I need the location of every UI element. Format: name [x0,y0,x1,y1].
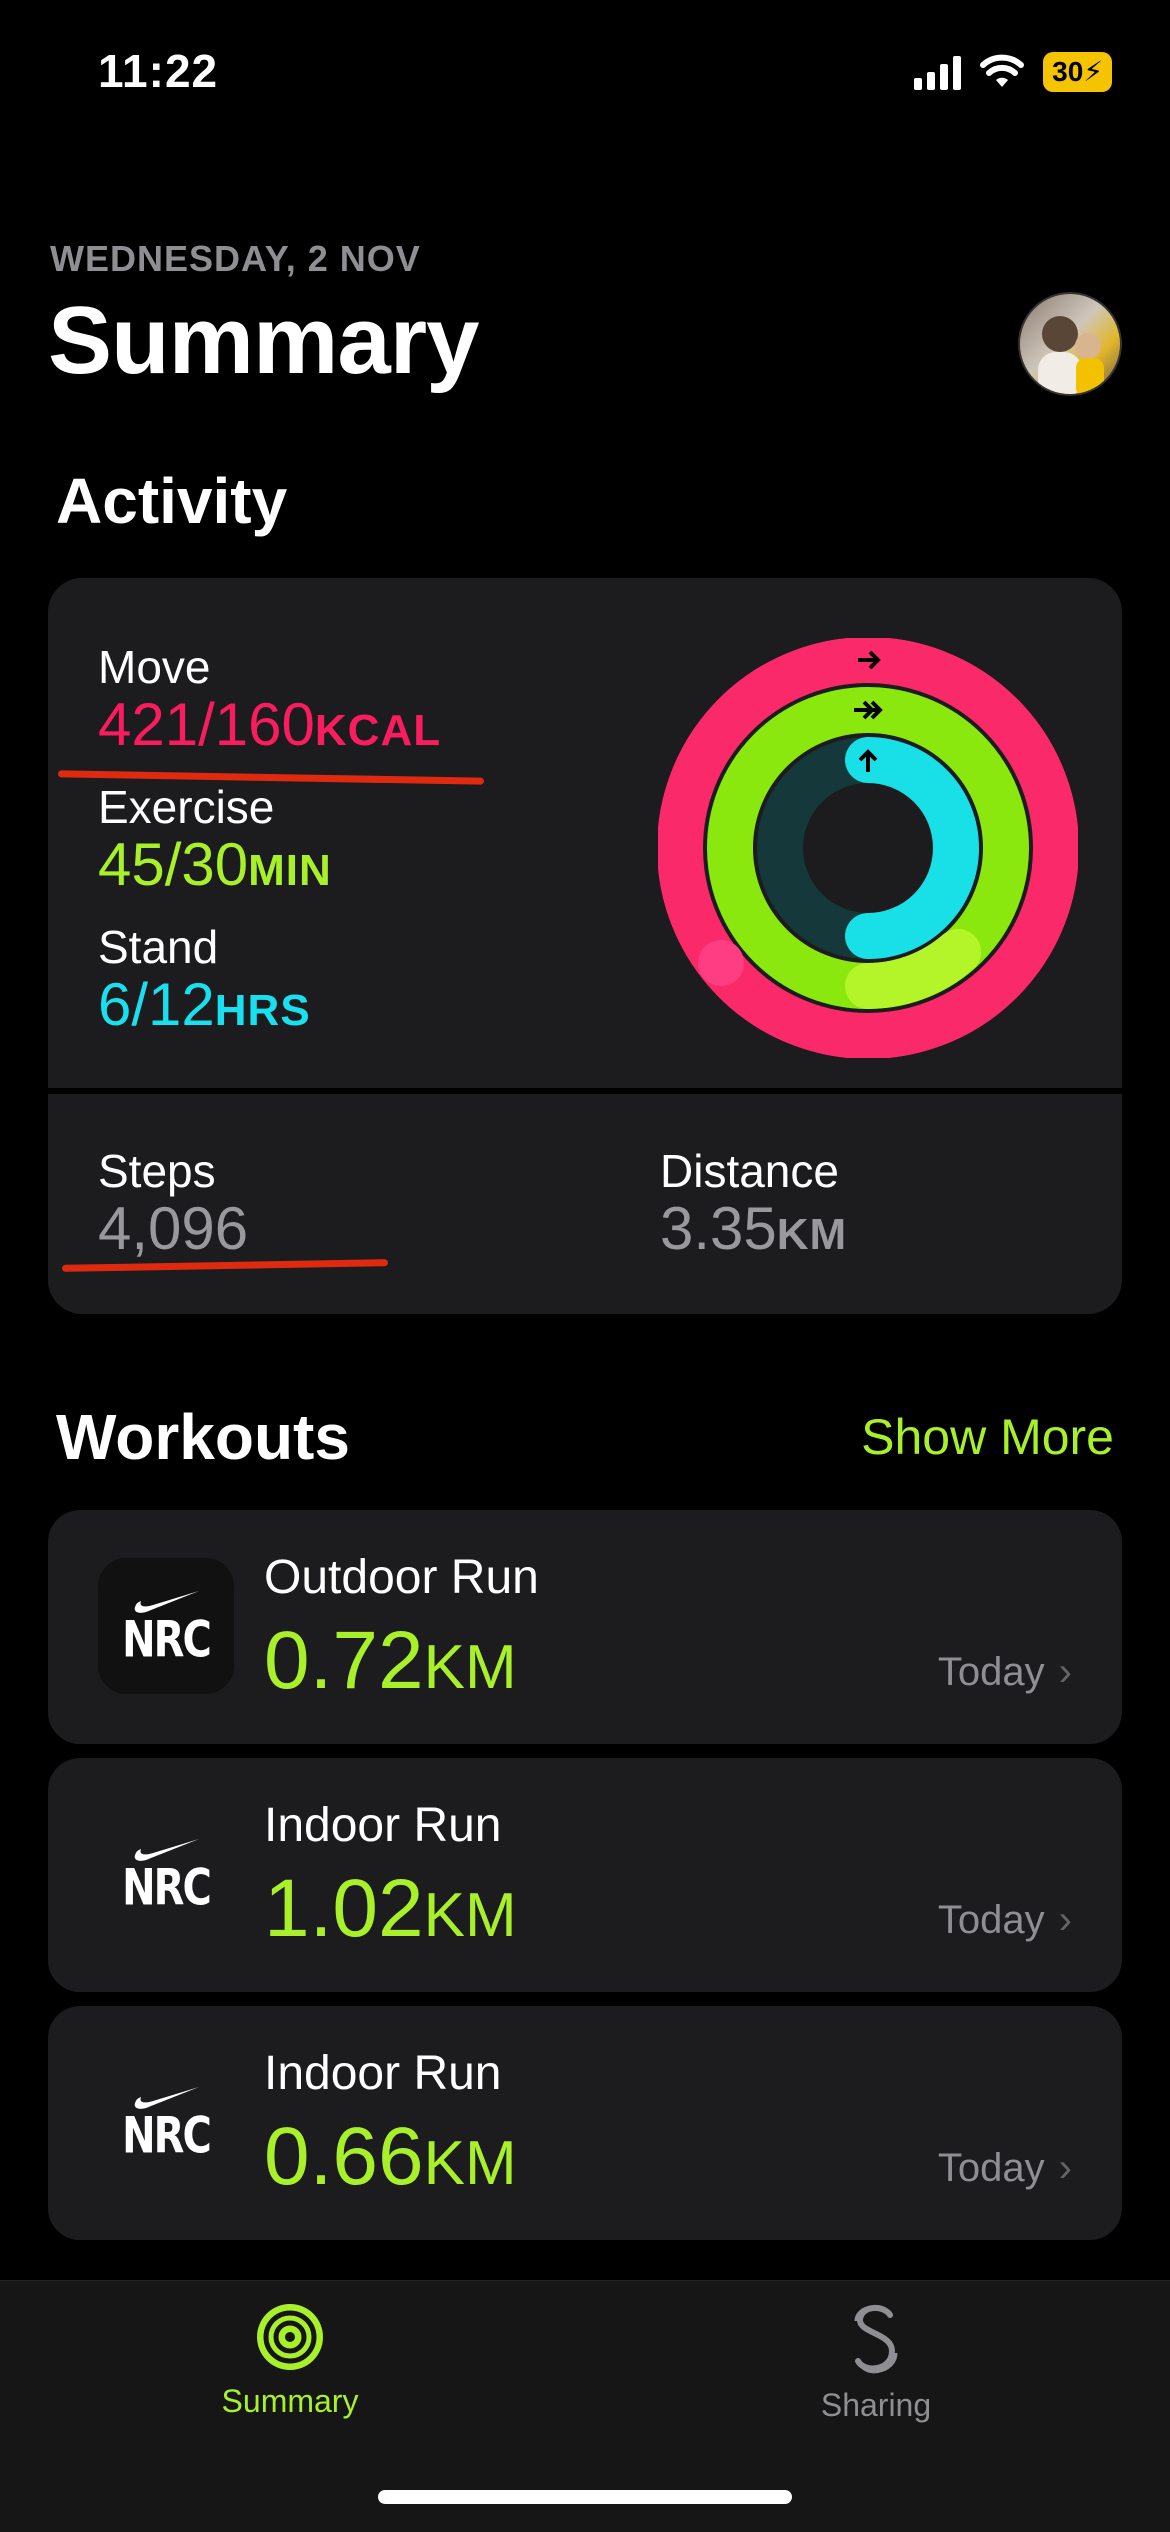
status-icons: 30⚡ [914,52,1112,92]
stand-label: Stand [98,921,219,973]
distance-unit: KM [776,1210,848,1259]
workout-distance: 0.66KM [264,2110,517,2204]
show-more-link[interactable]: Show More [861,1408,1114,1466]
battery-level: 30 [1052,56,1084,87]
nrc-app-icon: NRC [98,1806,234,1942]
stand-value: 6/12HRS [98,970,311,1039]
screen: 11:22 30⚡ WEDNESDAY, 2 NOV Summary Activ… [0,0,1170,2532]
stand-value-number: 6/12 [98,971,215,1038]
avatar-photo-icon [1038,316,1104,394]
workout-card[interactable]: NRC Outdoor Run 0.72KM Today › [48,1510,1122,1744]
workouts-section-title: Workouts [56,1401,350,1473]
activity-section-title: Activity [56,465,288,537]
home-indicator[interactable] [378,2490,792,2504]
workout-name: Outdoor Run [264,1551,539,1604]
chevron-right-icon: › [1058,2146,1072,2190]
cellular-signal-icon [914,54,962,90]
workout-date: Today › [938,1898,1072,1943]
chevron-right-icon: › [1058,1650,1072,1694]
distance-label: Distance [660,1145,839,1197]
workout-distance-unit: KM [423,1633,517,1702]
page-title: Summary [48,287,480,394]
stand-ring [845,737,979,959]
move-label: Move [98,641,211,693]
sharing-icon [854,2305,898,2374]
tab-summary[interactable]: Summary [140,2301,440,2420]
nrc-logo-text: NRC [122,2107,212,2165]
steps-label: Steps [98,1145,216,1197]
exercise-unit: MIN [248,846,332,895]
move-value: 421/160KCAL [98,690,441,759]
workout-date-text: Today [937,2146,1045,2190]
chevron-right-icon: › [1058,1898,1072,1942]
profile-avatar[interactable] [1018,292,1122,396]
workout-date-text: Today [937,1650,1045,1694]
exercise-value: 45/30MIN [98,830,332,899]
move-unit: KCAL [314,706,442,755]
distance-value: 3.35KM [660,1194,847,1263]
stand-unit: HRS [214,986,311,1035]
charging-bolt-icon: ⚡ [1083,56,1103,87]
tab-summary-label: Summary [221,2383,359,2419]
nrc-app-icon: NRC [98,2054,234,2190]
status-bar: 11:22 30⚡ [0,0,1170,150]
nrc-logo-text: NRC [122,1859,212,1917]
workout-date: Today › [938,1650,1072,1695]
workout-distance-unit: KM [423,2129,517,2198]
exercise-value-number: 45/30 [98,831,249,898]
workout-distance-number: 1.02 [264,1863,424,1954]
tab-sharing-label: Sharing [820,2387,932,2423]
workout-distance: 1.02KM [264,1862,517,1956]
activity-divider [48,1088,1122,1094]
steps-value: 4,096 [98,1195,249,1262]
workout-card[interactable]: NRC Indoor Run 1.02KM Today › [48,1758,1122,1992]
wifi-icon [980,54,1025,87]
distance-value-number: 3.35 [660,1195,777,1262]
tab-sharing[interactable]: Sharing [726,2301,1026,2424]
workout-card[interactable]: NRC Indoor Run 0.66KM Today › [48,2006,1122,2240]
workout-distance-unit: KM [423,1881,517,1950]
workout-distance-number: 0.72 [264,1615,424,1706]
battery-indicator: 30⚡ [1043,52,1112,92]
exercise-label: Exercise [98,781,275,833]
workout-distance: 0.72KM [264,1614,517,1708]
activity-rings-icon [257,2304,323,2370]
workout-name: Indoor Run [264,1799,502,1852]
nrc-app-icon: NRC [98,1558,234,1694]
workout-distance-number: 0.66 [264,2111,424,2202]
workout-date-text: Today [937,1898,1045,1942]
workout-date: Today › [938,2146,1072,2191]
move-value-number: 421/160 [98,691,315,758]
status-time: 11:22 [98,45,219,97]
date-label: WEDNESDAY, 2 NOV [50,238,421,279]
activity-rings[interactable] [658,638,1078,1058]
workout-name: Indoor Run [264,2047,502,2100]
move-ring-end [698,940,744,986]
activity-card[interactable]: Move 421/160KCAL Exercise 45/30MIN Stand… [48,578,1122,1314]
nrc-logo-text: NRC [122,1611,212,1669]
